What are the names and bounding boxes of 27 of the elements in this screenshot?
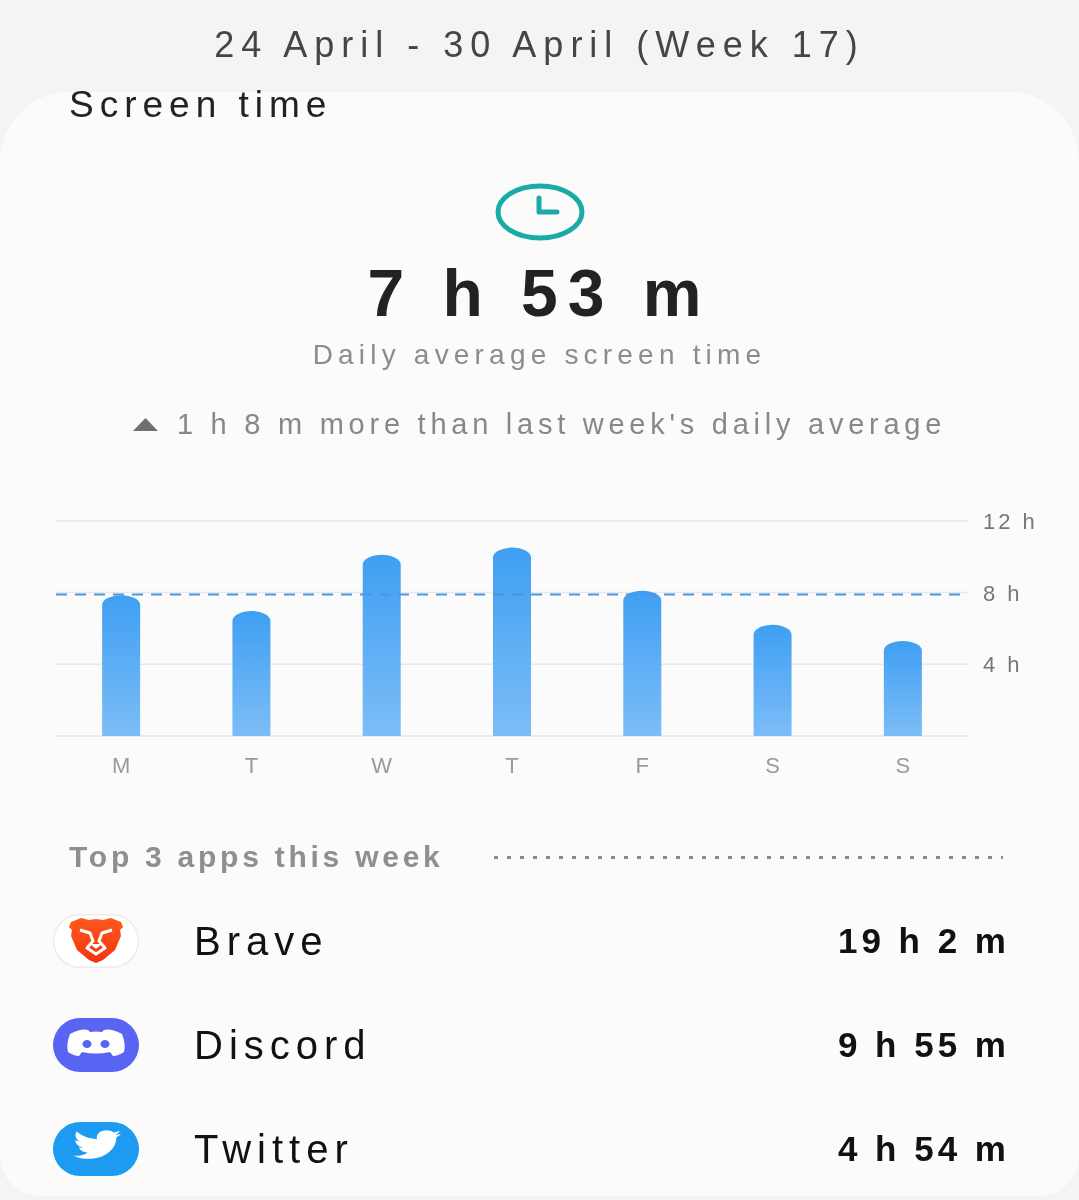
day-label: F — [635, 753, 650, 778]
day-label: S — [895, 753, 911, 778]
date-range-title: 24 April - 30 April (Week 17) — [214, 23, 865, 67]
lion-head-icon — [53, 914, 139, 968]
bird-icon — [53, 1122, 139, 1176]
day-label: W — [371, 753, 393, 778]
app-name: Twitter — [194, 1126, 354, 1172]
day-label: T — [505, 753, 519, 778]
day-label: T — [244, 753, 259, 778]
app-name: Discord — [194, 1022, 372, 1068]
day-label: S — [765, 753, 780, 778]
section-title: Top 3 apps this week — [69, 839, 444, 875]
app-time: 9 h 55 m — [837, 1024, 1010, 1066]
app-time: 4 h 54 m — [837, 1128, 1010, 1170]
clock-icon — [494, 183, 585, 241]
game-controller-icon — [53, 1018, 139, 1072]
axis-label: 12 h — [983, 508, 1038, 534]
app-name: Brave — [194, 918, 329, 964]
app-time: 19 h 2 m — [837, 920, 1010, 962]
average-time: 7 h 53 m — [367, 255, 712, 331]
comparison-text: 1 h 8 m more than last week's daily average — [176, 407, 947, 441]
axis-label: 8 h — [983, 580, 1023, 606]
average-caption: Daily average screen time — [312, 338, 767, 372]
axis-label: 4 h — [983, 652, 1023, 678]
card-title: Screen time — [69, 85, 333, 125]
day-label: M — [111, 753, 131, 778]
up-triangle-icon — [132, 417, 158, 431]
